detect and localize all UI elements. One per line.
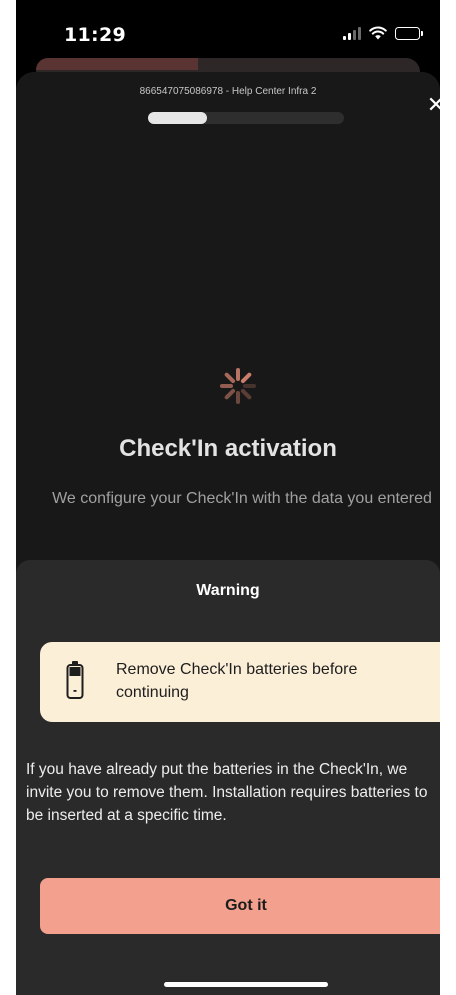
background-sheet-accent: [36, 58, 198, 70]
spinner-spoke: [224, 372, 236, 384]
battery-alert: Remove Check'In batteries before continu…: [40, 642, 440, 722]
wifi-icon: [369, 26, 387, 40]
got-it-button[interactable]: Got it: [40, 878, 440, 934]
status-icons: [343, 26, 423, 40]
battery-warning-icon: [66, 661, 84, 699]
loading-spinner-icon: [220, 368, 256, 404]
cellular-signal-icon: [343, 26, 361, 40]
spinner-spoke: [224, 388, 236, 400]
close-button[interactable]: ✕: [424, 94, 440, 118]
warning-sheet: Warning Remove Check'In batteries before…: [16, 560, 440, 995]
close-icon: ✕: [426, 93, 440, 118]
spinner-spoke: [240, 388, 252, 400]
status-time: 11:29: [64, 24, 126, 46]
page-title: Check'In activation: [119, 435, 337, 462]
home-indicator[interactable]: [164, 982, 328, 987]
sheet-title: Warning: [196, 582, 260, 599]
progress-bar: [148, 112, 344, 124]
phone-screen: 11:29 866547075086978 - Help Center Infr…: [16, 0, 440, 995]
progress-bar-fill: [148, 112, 207, 124]
alert-message: Remove Check'In batteries before continu…: [116, 661, 358, 701]
device-title: 866547075086978 - Help Center Infra 2: [139, 86, 317, 97]
battery-icon: [395, 26, 423, 40]
warning-description: If you have already put the batteries in…: [26, 761, 428, 824]
spinner-spoke: [240, 372, 252, 384]
page-subtitle: We configure your Check'In with the data…: [52, 490, 432, 507]
status-bar: 11:29: [16, 0, 440, 66]
